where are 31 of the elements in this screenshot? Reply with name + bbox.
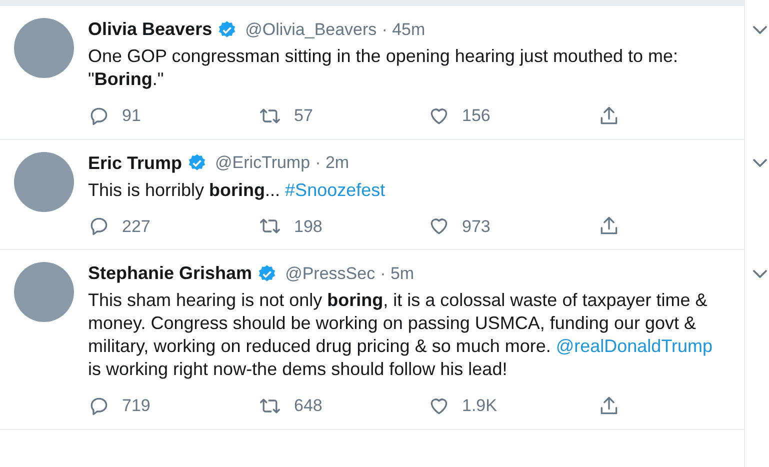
reply-count: 227 (122, 216, 150, 238)
retweet-count: 57 (294, 105, 313, 127)
reply-count: 719 (122, 395, 150, 417)
tweet-text: One GOP congressman sitting in the opening hearing just mouthed to me: "Boring." (88, 45, 680, 91)
tweet-text: This sham hearing is not only boring, it is a colossal waste of taxpayer time & money. Congress should be working on passing USMCA, funding our govt & military, working on reduced drug pricing & so much more. @realDonaldTrump is working right now-the dems should follow his lead! (88, 289, 714, 381)
chevron-down-icon[interactable] (752, 24, 768, 34)
tweet-text: This is horribly boring... #Snoozefest (88, 178, 386, 202)
tweet-time[interactable]: · 5m (380, 260, 414, 286)
reply-icon[interactable] (88, 215, 110, 238)
chevron-down-icon[interactable] (752, 268, 768, 278)
share-icon[interactable] (598, 394, 620, 417)
author-handle[interactable]: @PressSec (285, 260, 376, 286)
author-name[interactable]: Olivia Beavers (88, 16, 212, 43)
tweet-link[interactable]: @realDonaldTrump (556, 336, 713, 356)
like-count: 156 (462, 105, 490, 127)
retweet-count: 198 (294, 216, 322, 238)
author-handle[interactable]: @EricTrump (215, 150, 310, 176)
retweet-count: 648 (294, 395, 322, 417)
tweet-time[interactable]: · 2m (315, 150, 350, 176)
share-icon[interactable] (598, 104, 620, 127)
author-name[interactable]: Eric Trump (88, 150, 182, 176)
tweet-link[interactable]: #Snoozefest (285, 180, 386, 200)
like-count: 1.9K (462, 395, 497, 417)
tweet-time[interactable]: · 45m (382, 16, 426, 42)
chevron-down-icon[interactable] (752, 158, 768, 168)
author-name[interactable]: Stephanie Grisham (88, 260, 252, 287)
tweet-card[interactable]: Olivia Beavers @Olivia_Beavers · 45m One GOP congressman sitting in the opening hearing just mouthed to me: "Boring." 91 57 156 (0, 6, 744, 140)
reply-count: 91 (122, 105, 141, 127)
tweet-card[interactable]: Eric Trump @EricTrump · 2m This is horribly boring... #Snoozefest 227 198 973 (0, 140, 744, 250)
like-count: 973 (462, 216, 490, 238)
author-handle[interactable]: @Olivia_Beavers (245, 16, 377, 42)
